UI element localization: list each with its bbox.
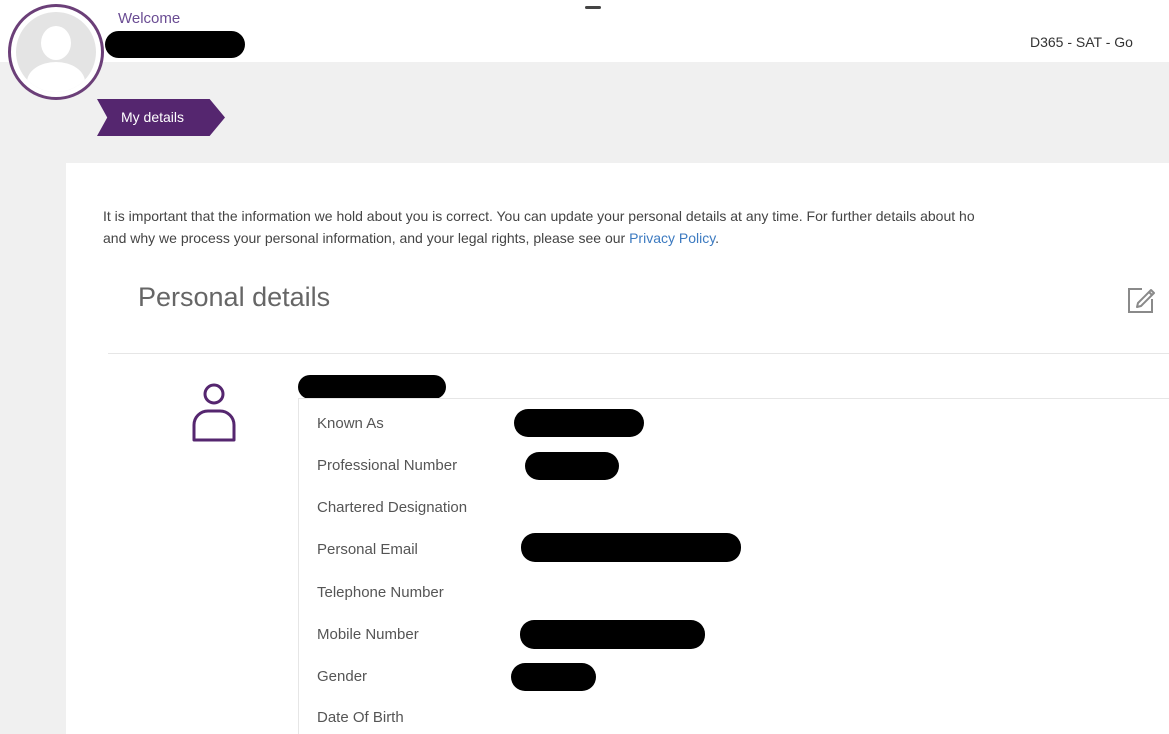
- field-value-mobile-number: [520, 620, 705, 649]
- redacted-full-name: [298, 375, 446, 399]
- field-value-gender: [511, 663, 596, 691]
- personal-details-title: Personal details: [138, 282, 331, 312]
- field-label-telephone-number: Telephone Number: [317, 584, 444, 601]
- field-value-known-as: [514, 409, 644, 437]
- page: Welcome D365 - SAT - Go My details It is…: [0, 0, 1169, 734]
- welcome-label: Welcome: [118, 10, 181, 27]
- redacted-user-name: [105, 31, 245, 58]
- environment-label[interactable]: D365 - SAT - Go: [1030, 34, 1133, 50]
- field-label-personal-email: Personal Email: [317, 541, 418, 558]
- intro-line-2-end: .: [715, 230, 720, 246]
- my-details-tab[interactable]: My details: [97, 99, 225, 136]
- field-label-gender: Gender: [317, 668, 368, 685]
- field-label-known-as: Known As: [317, 415, 384, 432]
- section-divider: [108, 353, 1169, 354]
- details-list: [298, 398, 1169, 734]
- header-dash: [585, 6, 601, 9]
- field-label-professional-number: Professional Number: [317, 457, 458, 474]
- intro-line-2-text: and why we process your personal informa…: [103, 230, 630, 246]
- person-icon: [192, 383, 236, 442]
- avatar-placeholder-icon: [16, 12, 96, 92]
- privacy-policy-link[interactable]: Privacy Policy: [629, 230, 715, 246]
- field-value-professional-number: [525, 452, 619, 480]
- intro-text: It is important that the information we …: [103, 205, 1169, 249]
- edit-icon[interactable]: [1124, 283, 1158, 317]
- field-label-chartered-designation: Chartered Designation: [317, 499, 468, 516]
- intro-line-2: and why we process your personal informa…: [103, 227, 1169, 249]
- intro-line-1: It is important that the information we …: [103, 208, 975, 224]
- field-value-personal-email: [521, 533, 741, 562]
- user-avatar[interactable]: [8, 4, 104, 100]
- field-label-mobile-number: Mobile Number: [317, 626, 419, 643]
- field-label-date-of-birth: Date Of Birth: [317, 709, 404, 726]
